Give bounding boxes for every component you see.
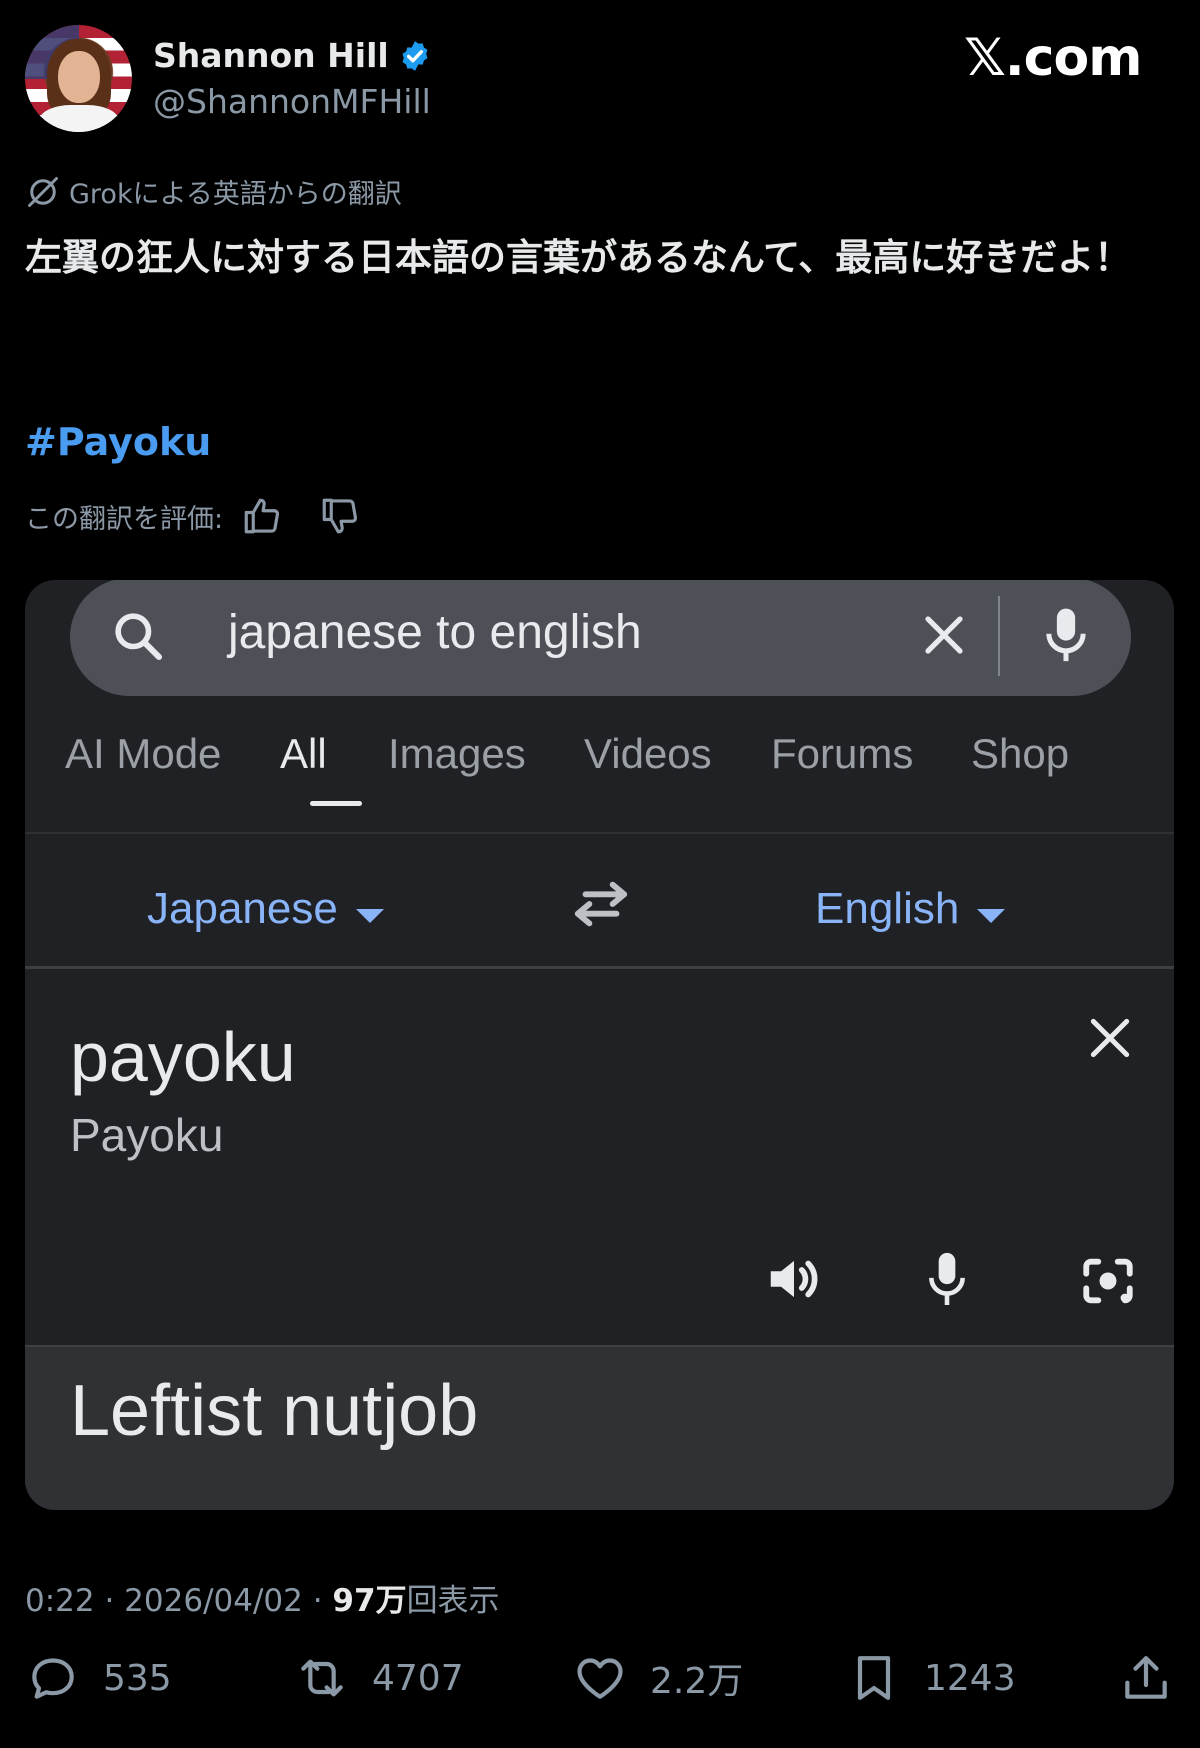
verified-badge-icon	[402, 41, 428, 71]
display-name[interactable]: Shannon Hill	[153, 36, 389, 75]
search-tabs: AI Mode All Images Videos Forums Shop	[25, 730, 1174, 820]
tab-ai-mode[interactable]: AI Mode	[65, 730, 221, 778]
thumbs-down-icon[interactable]	[319, 495, 361, 537]
tab-images[interactable]: Images	[388, 730, 526, 778]
translation-note: Grokによる英語からの翻訳	[25, 172, 402, 211]
rate-translation: この翻訳を評価:	[25, 495, 361, 537]
heart-icon	[577, 1658, 623, 1699]
language-divider	[25, 966, 1174, 969]
tab-forums[interactable]: Forums	[771, 730, 913, 778]
close-icon[interactable]	[1085, 1013, 1135, 1063]
repost-button[interactable]: 4707	[294, 1650, 464, 1706]
thumbs-up-icon[interactable]	[241, 495, 283, 537]
reply-count: 535	[103, 1657, 172, 1699]
reply-icon	[32, 1658, 74, 1699]
tab-videos[interactable]: Videos	[584, 730, 712, 778]
camera-lens-icon[interactable]	[1078, 1252, 1138, 1310]
source-language-select[interactable]: Japanese	[147, 884, 384, 934]
view-count-unit: 万	[375, 1583, 407, 1619]
active-tab-indicator	[310, 801, 362, 806]
view-count: 97	[332, 1583, 376, 1619]
grok-icon	[28, 176, 58, 207]
like-button[interactable]: 2.2万	[572, 1650, 743, 1706]
tweet-actions: 535 4707 2.2万 1243	[0, 1650, 1200, 1720]
bookmark-button[interactable]: 1243	[846, 1650, 1016, 1706]
source-language-label: Japanese	[147, 884, 338, 933]
like-count: 2.2万	[650, 1661, 744, 1702]
tweet-timestamp[interactable]: 0:22 · 2026/04/02 ·	[25, 1583, 332, 1619]
microphone-icon[interactable]	[922, 1248, 972, 1312]
views-label: 回表示	[406, 1583, 500, 1619]
share-button[interactable]	[1118, 1650, 1196, 1706]
speaker-icon[interactable]	[763, 1248, 825, 1310]
user-handle[interactable]: @ShannonMFHill	[153, 82, 431, 121]
embedded-screenshot[interactable]: japanese to english AI Mode All Images V…	[25, 580, 1174, 1510]
microphone-icon[interactable]	[1038, 604, 1094, 668]
site-logo: 𝕏.com	[964, 28, 1142, 88]
romanization: Payoku	[70, 1109, 224, 1161]
rate-label: この翻訳を評価:	[25, 503, 224, 535]
tab-shop[interactable]: Shop	[971, 730, 1069, 778]
bookmark-count: 1243	[924, 1657, 1016, 1699]
avatar[interactable]	[25, 25, 132, 132]
reply-button[interactable]: 535	[25, 1650, 172, 1706]
chevron-down-icon	[355, 909, 384, 923]
source-text[interactable]: payoku	[70, 1017, 296, 1097]
language-selector: Japanese English	[25, 834, 1174, 966]
tweet-text: 左翼の狂人に対する日本語の言葉があるなんて、最高に好きだよ！	[25, 236, 1132, 279]
search-query[interactable]: japanese to english	[228, 605, 642, 660]
close-icon[interactable]	[920, 611, 968, 659]
repost-icon	[301, 1659, 343, 1697]
tweet-meta: 0:22 · 2026/04/02 · 97万回表示	[25, 1575, 500, 1620]
swap-languages-icon[interactable]	[570, 878, 632, 930]
search-bar[interactable]: japanese to english	[70, 580, 1131, 696]
search-icon	[115, 613, 163, 661]
tab-all[interactable]: All	[280, 730, 327, 778]
translation-note-text: Grokによる英語からの翻訳	[69, 179, 402, 210]
search-divider	[998, 596, 1000, 676]
target-language-label: English	[815, 884, 960, 933]
translation-result: Leftist nutjob	[70, 1371, 479, 1451]
target-language-select[interactable]: English	[815, 884, 1006, 934]
hashtag-link[interactable]: #Payoku	[25, 420, 211, 464]
share-icon	[1125, 1656, 1167, 1699]
bookmark-icon	[857, 1656, 891, 1700]
chevron-down-icon	[977, 909, 1006, 923]
repost-count: 4707	[372, 1657, 464, 1699]
